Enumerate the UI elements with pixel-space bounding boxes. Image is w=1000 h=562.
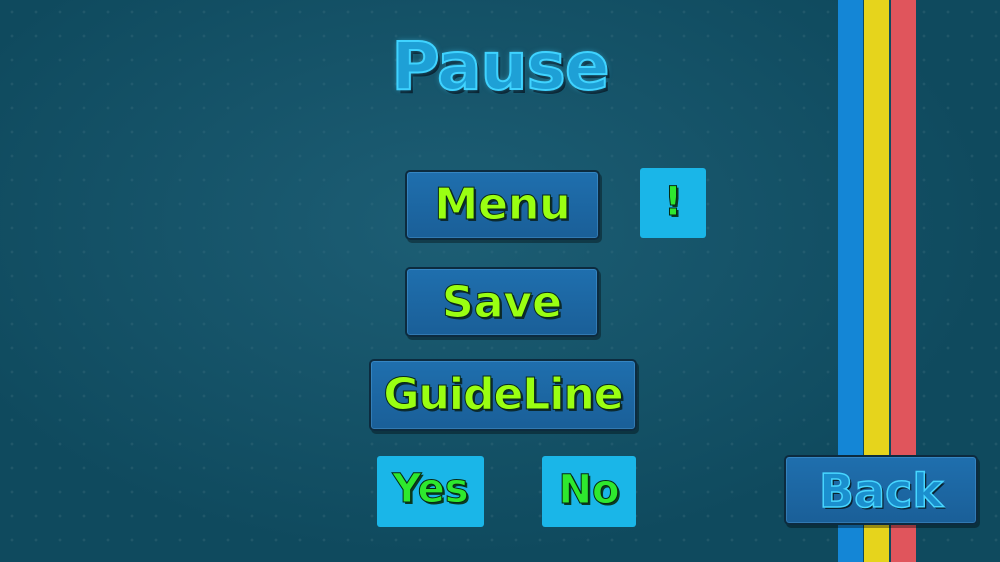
guideline-button[interactable]: GuideLine xyxy=(369,359,637,431)
pause-screen: Pause Menu ! Save GuideLine Yes No Back xyxy=(0,0,1000,562)
menu-button[interactable]: Menu xyxy=(405,170,600,240)
no-button[interactable]: No xyxy=(542,456,636,527)
save-button[interactable]: Save xyxy=(405,267,599,337)
pause-title: Pause xyxy=(390,27,610,106)
hint-button[interactable]: ! xyxy=(640,168,706,238)
back-button[interactable]: Back xyxy=(784,455,978,525)
yes-button[interactable]: Yes xyxy=(377,456,484,527)
